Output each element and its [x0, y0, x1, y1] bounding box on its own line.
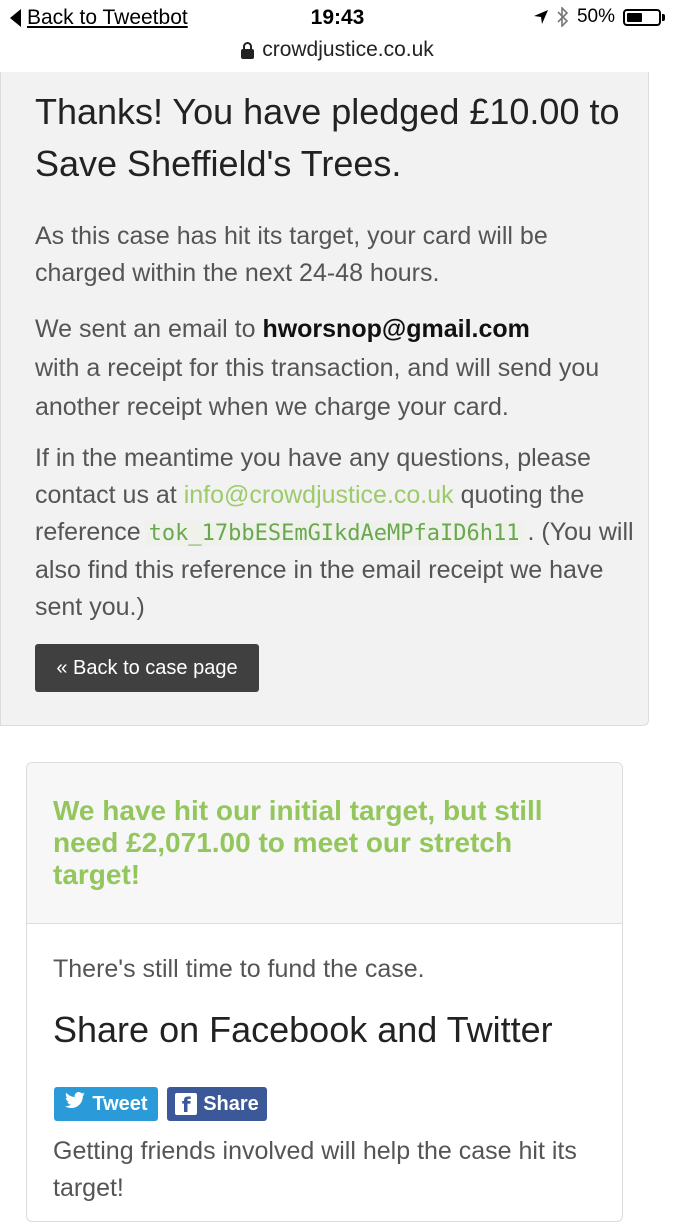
pledge-confirmation-panel: Thanks! You have pledged £10.00 to Save …: [0, 72, 649, 726]
still-time-text: There's still time to fund the case.: [53, 955, 425, 983]
lock-icon: [241, 42, 255, 59]
address-bar[interactable]: crowdjustice.co.uk: [0, 36, 675, 72]
tweet-label: Tweet: [92, 1092, 148, 1115]
stretch-target-card: We have hit our initial target, but stil…: [26, 762, 623, 1222]
page-title: Thanks! You have pledged £10.00 to Save …: [35, 91, 620, 184]
receipt-prefix: We sent an email to: [35, 315, 256, 343]
facebook-share-button[interactable]: f Share: [167, 1087, 267, 1121]
location-arrow-icon: [533, 9, 549, 25]
contact-email-link[interactable]: info@crowdjustice.co.uk: [184, 481, 454, 509]
share-heading: Share on Facebook and Twitter: [53, 1009, 553, 1050]
receipt-note: We sent an email to hworsnop@gmail.com wi…: [35, 310, 635, 427]
status-bar: Back to Tweetbot 19:43 50%: [0, 0, 675, 36]
questions-note: If in the meantime you have any question…: [35, 440, 635, 626]
stretch-target-headline: We have hit our initial target, but stil…: [53, 795, 543, 890]
battery-icon: [623, 8, 665, 26]
status-indicators: 50%: [533, 6, 665, 28]
reference-code: tok_17bbESEmGIkdAeMPfaID6h11: [144, 521, 524, 546]
share-label: Share: [203, 1092, 259, 1115]
twitter-bird-icon: [64, 1092, 86, 1116]
receipt-suffix: with a receipt for this transaction, and…: [35, 354, 600, 421]
charge-note: As this case has hit its target, your ca…: [35, 222, 548, 287]
back-to-case-button[interactable]: « Back to case page: [35, 644, 259, 692]
card-header: We have hit our initial target, but stil…: [27, 763, 622, 924]
url-text: crowdjustice.co.uk: [262, 38, 434, 61]
bluetooth-icon: [557, 7, 569, 27]
battery-percent: 50%: [576, 6, 615, 27]
friends-note: Getting friends involved will help the c…: [53, 1137, 577, 1202]
tweet-button[interactable]: Tweet: [54, 1087, 158, 1121]
facebook-icon: f: [175, 1093, 198, 1117]
user-email: hworsnop@gmail.com: [262, 315, 530, 343]
